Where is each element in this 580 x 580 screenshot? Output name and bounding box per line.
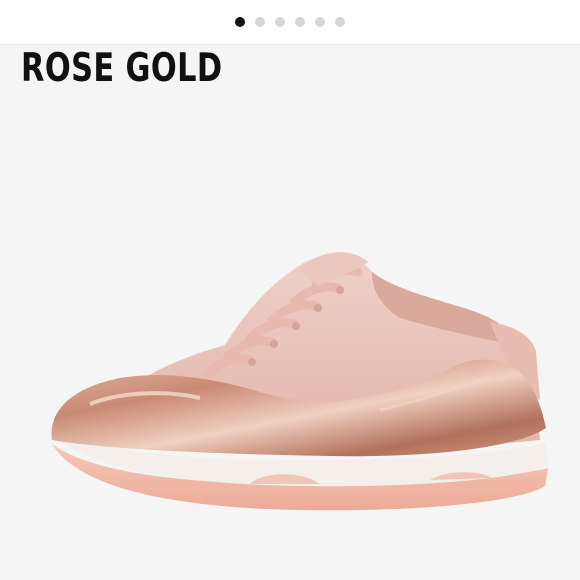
product-image-viewer: ROSE GOLD — [0, 0, 580, 580]
carousel-dot-4[interactable] — [295, 17, 305, 27]
carousel-dot-1[interactable] — [235, 17, 245, 27]
carousel-dot-2[interactable] — [255, 17, 265, 27]
carousel-indicator — [0, 0, 580, 44]
carousel-dot-6[interactable] — [335, 17, 345, 27]
carousel-dot-3[interactable] — [275, 17, 285, 27]
product-photo[interactable]: ROSE GOLD — [0, 45, 580, 580]
carousel-dot-5[interactable] — [315, 17, 325, 27]
sneaker-image — [51, 252, 548, 511]
